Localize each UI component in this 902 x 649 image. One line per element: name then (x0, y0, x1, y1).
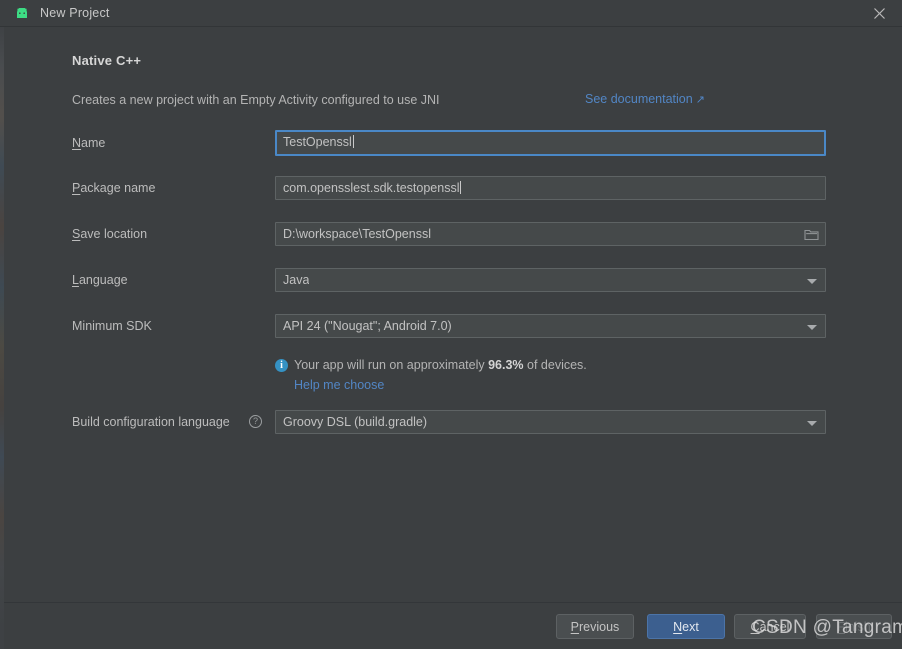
name-label-text: ame (81, 136, 106, 150)
language-label-text: anguage (78, 273, 128, 287)
window-titlebar: New Project (0, 0, 902, 27)
device-support-text: Your app will run on approximately 96.3%… (294, 358, 587, 372)
form-row-save-location: Save location D:\workspace\TestOpenssl (4, 222, 902, 248)
language-select-value: Java (283, 273, 310, 287)
cancel-button-mnemonic: C (750, 619, 760, 634)
window-title: New Project (40, 6, 110, 20)
form-row-package-name: Package name com.opensslest.sdk.testopen… (4, 176, 902, 202)
form-row-name: Name TestOpenssl (4, 130, 902, 157)
previous-button[interactable]: Previous (556, 614, 634, 639)
finish-button: Finish (816, 614, 892, 639)
save-location-input[interactable]: D:\workspace\TestOpenssl (275, 222, 826, 246)
chevron-down-icon (807, 421, 817, 426)
dialog-button-bar: Previous Next Cancel Finish (4, 602, 902, 649)
see-documentation-link[interactable]: See documentation ↗ (585, 92, 705, 106)
cancel-button-label: ancel (759, 619, 790, 634)
language-select[interactable]: Java (275, 268, 826, 292)
text-caret (460, 181, 462, 194)
name-input[interactable]: TestOpenssl (275, 130, 826, 156)
next-button[interactable]: Next (647, 614, 725, 639)
build-configuration-language-select[interactable]: Groovy DSL (build.gradle) (275, 410, 826, 434)
package-name-input[interactable]: com.opensslest.sdk.testopenssl (275, 176, 826, 200)
device-support-text-before: Your app will run on approximately (294, 358, 489, 372)
build-configuration-language-select-value: Groovy DSL (build.gradle) (283, 415, 428, 429)
form-row-build-configuration-language: Build configuration language ? Groovy DS… (4, 410, 902, 436)
finish-button-mnemonic: F (837, 619, 845, 634)
package-name-label: Package name (72, 181, 155, 195)
android-robot-icon (14, 7, 30, 19)
see-documentation-label: See documentation (585, 92, 693, 106)
info-icon: i (275, 359, 288, 372)
device-support-percent: 96.3% (488, 358, 524, 372)
previous-button-mnemonic: P (570, 619, 580, 634)
minimum-sdk-select[interactable]: API 24 ("Nougat"; Android 7.0) (275, 314, 826, 338)
help-question-icon[interactable]: ? (249, 415, 262, 428)
page-description: Creates a new project with an Empty Acti… (72, 93, 440, 107)
save-location-input-value: D:\workspace\TestOpenssl (283, 227, 431, 241)
device-support-text-after: of devices. (523, 358, 587, 372)
save-location-label: Save location (72, 227, 147, 241)
help-me-choose-link[interactable]: Help me choose (294, 378, 384, 392)
next-button-mnemonic: N (673, 619, 683, 634)
package-name-label-text: ackage name (80, 181, 156, 195)
form-row-language: Language Java (4, 268, 902, 294)
next-button-label: ext (682, 619, 699, 634)
save-location-label-text: ave location (80, 227, 148, 241)
cancel-button[interactable]: Cancel (734, 614, 806, 639)
external-link-arrow-icon: ↗ (695, 94, 705, 106)
form-row-minimum-sdk: Minimum SDK API 24 ("Nougat"; Android 7.… (4, 314, 902, 340)
folder-browse-icon[interactable] (804, 228, 819, 244)
name-input-value: TestOpenssl (283, 135, 354, 149)
package-name-input-value: com.opensslest.sdk.testopenssl (283, 181, 462, 195)
minimum-sdk-label: Minimum SDK (72, 319, 152, 333)
text-caret (352, 135, 354, 148)
page-title: Native C++ (72, 53, 142, 68)
finish-button-label: inish (844, 619, 871, 634)
name-label: Name (72, 136, 105, 150)
name-label-mnemonic: N (72, 136, 82, 150)
language-label-mnemonic: L (72, 273, 79, 287)
minimum-sdk-select-value: API 24 ("Nougat"; Android 7.0) (283, 319, 452, 333)
wizard-content-pane: Native C++ Creates a new project with an… (4, 27, 902, 602)
language-label: Language (72, 273, 128, 287)
previous-button-label: revious (579, 619, 620, 634)
chevron-down-icon (807, 279, 817, 284)
close-icon[interactable] (856, 0, 902, 27)
build-configuration-language-label: Build configuration language (72, 415, 230, 429)
chevron-down-icon (807, 325, 817, 330)
